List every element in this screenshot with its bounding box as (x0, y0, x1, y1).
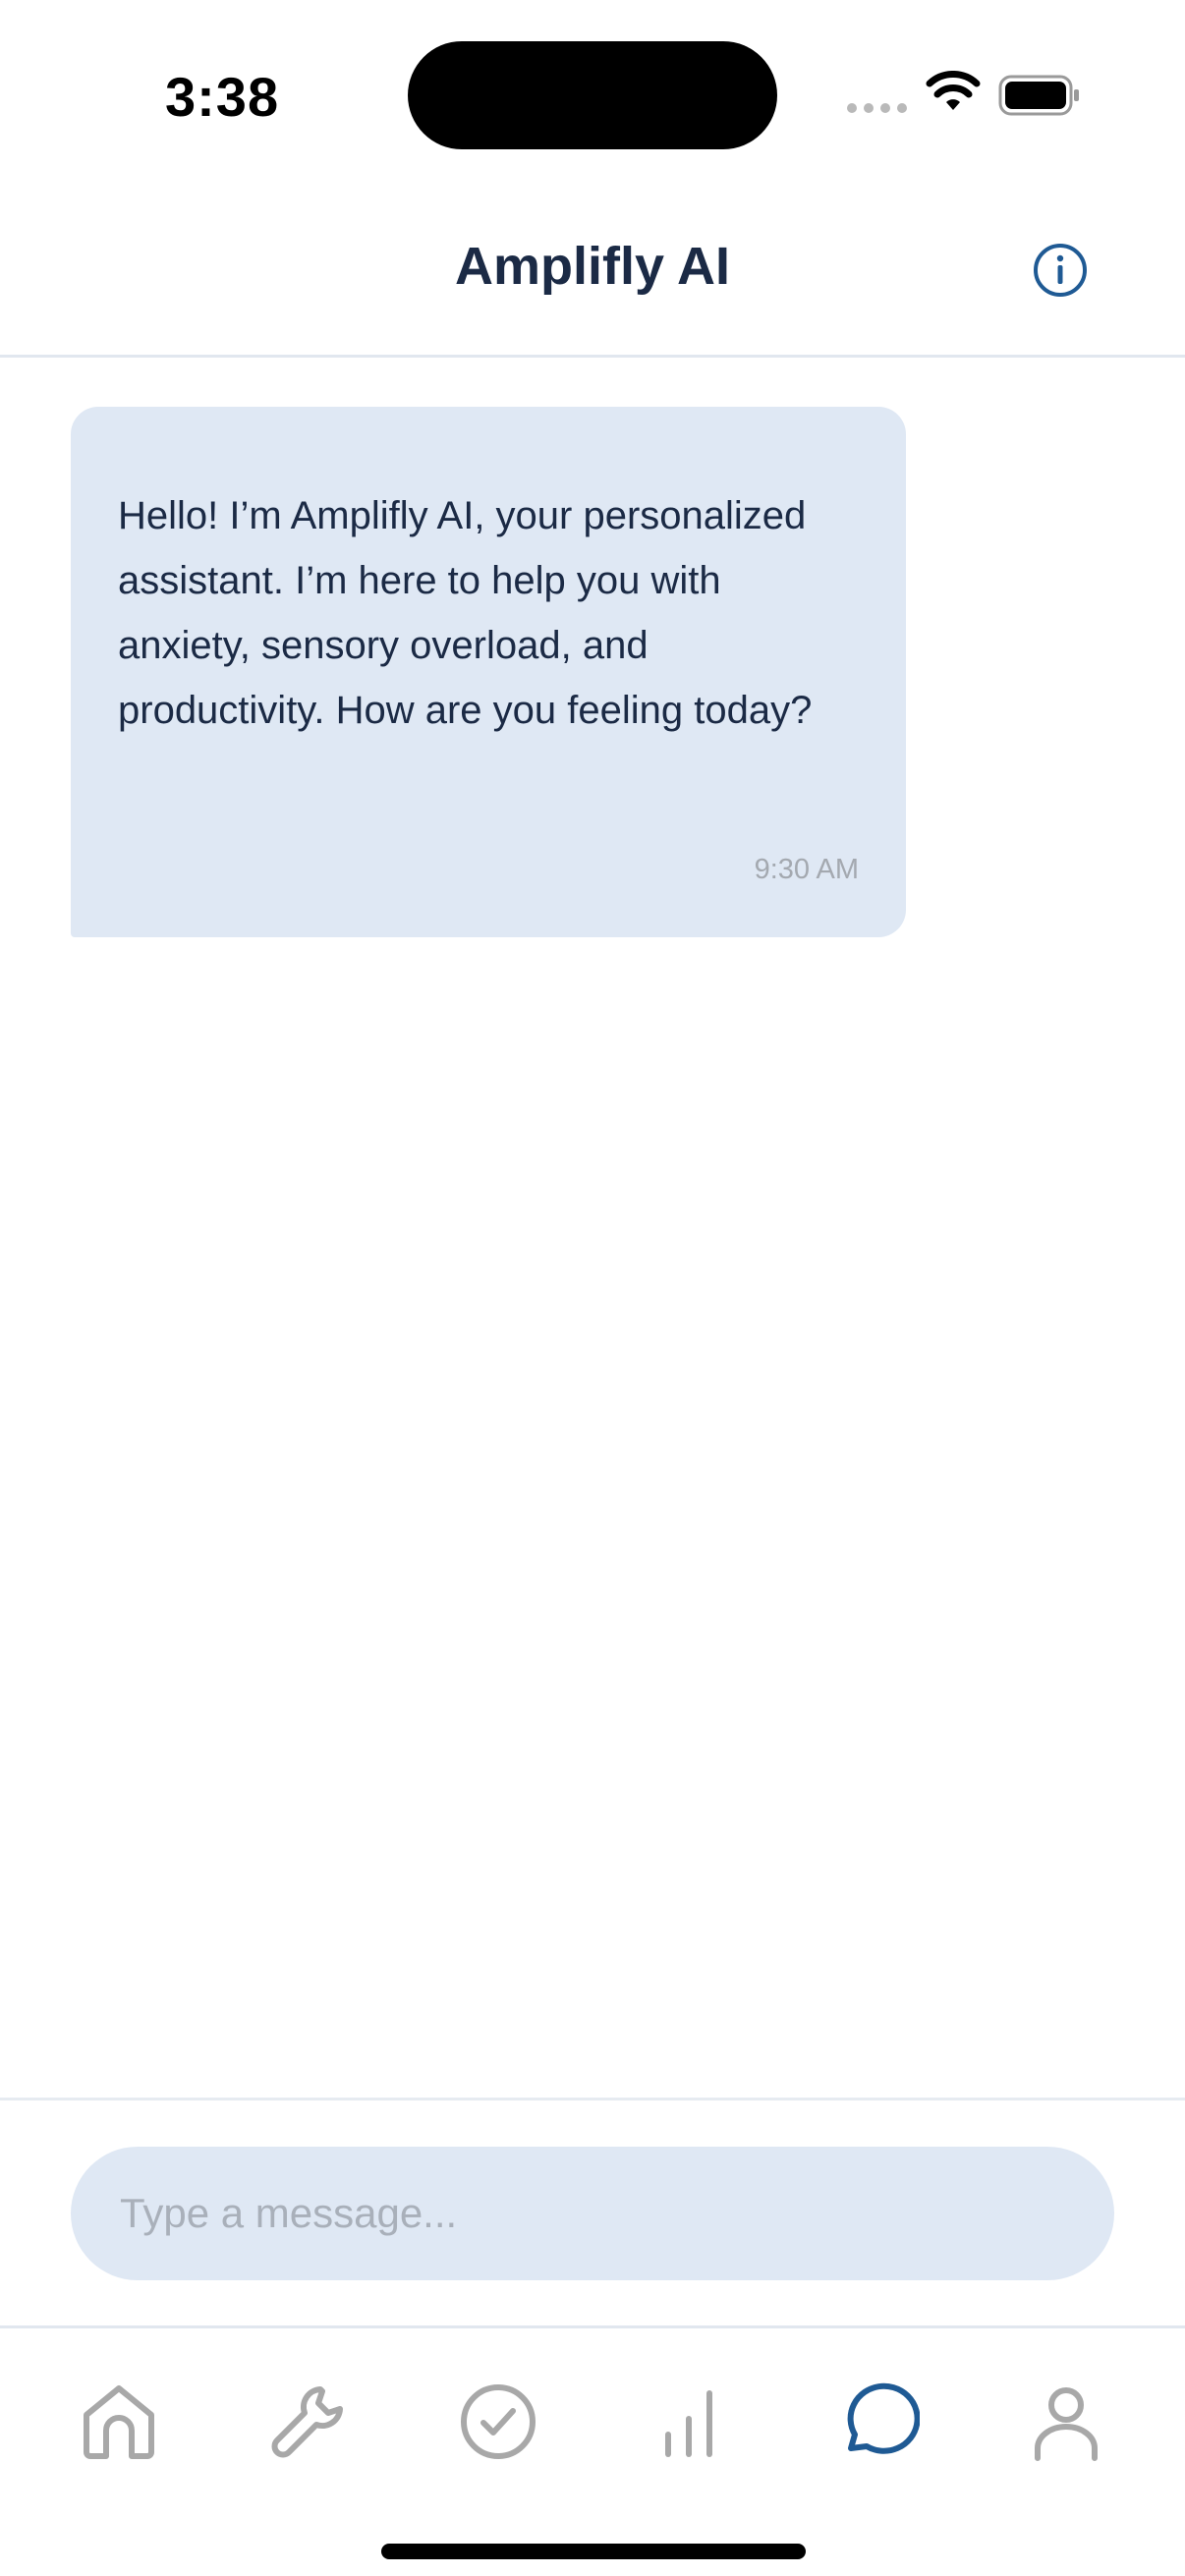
bar-chart-icon (665, 2390, 712, 2457)
assistant-message-bubble: Hello! I’m Amplifly AI, your personalize… (71, 407, 906, 937)
home-indicator[interactable] (381, 2544, 806, 2559)
wrench-icon (271, 2386, 343, 2458)
app-header: Amplifly AI (0, 187, 1185, 358)
status-time: 3:38 (165, 66, 280, 128)
message-text: Hello! I’m Amplifly AI, your personalize… (118, 494, 813, 732)
message-composer (0, 2098, 1185, 2328)
chat-area[interactable]: Hello! I’m Amplifly AI, your personalize… (0, 361, 1185, 2098)
tab-bar (0, 2328, 1185, 2576)
status-bar: 3:38 (0, 0, 1185, 187)
chat-bubble-icon (847, 2382, 920, 2454)
tab-tasks[interactable] (454, 2378, 542, 2466)
check-circle-icon (461, 2384, 536, 2459)
info-icon[interactable] (1032, 242, 1089, 299)
dynamic-island (408, 41, 777, 149)
person-icon (1035, 2387, 1098, 2461)
battery-icon (998, 75, 1079, 116)
message-input[interactable] (71, 2147, 1114, 2280)
cellular-signal-icon (847, 103, 907, 113)
tab-profile[interactable] (1022, 2378, 1110, 2466)
tab-home[interactable] (75, 2378, 163, 2466)
page-title: Amplifly AI (454, 237, 731, 296)
home-icon (84, 2385, 154, 2459)
message-timestamp: 9:30 AM (754, 854, 859, 885)
tab-chat[interactable] (833, 2378, 922, 2466)
wifi-icon (926, 71, 981, 110)
tab-insights[interactable] (645, 2378, 733, 2466)
tab-tools[interactable] (263, 2378, 352, 2466)
